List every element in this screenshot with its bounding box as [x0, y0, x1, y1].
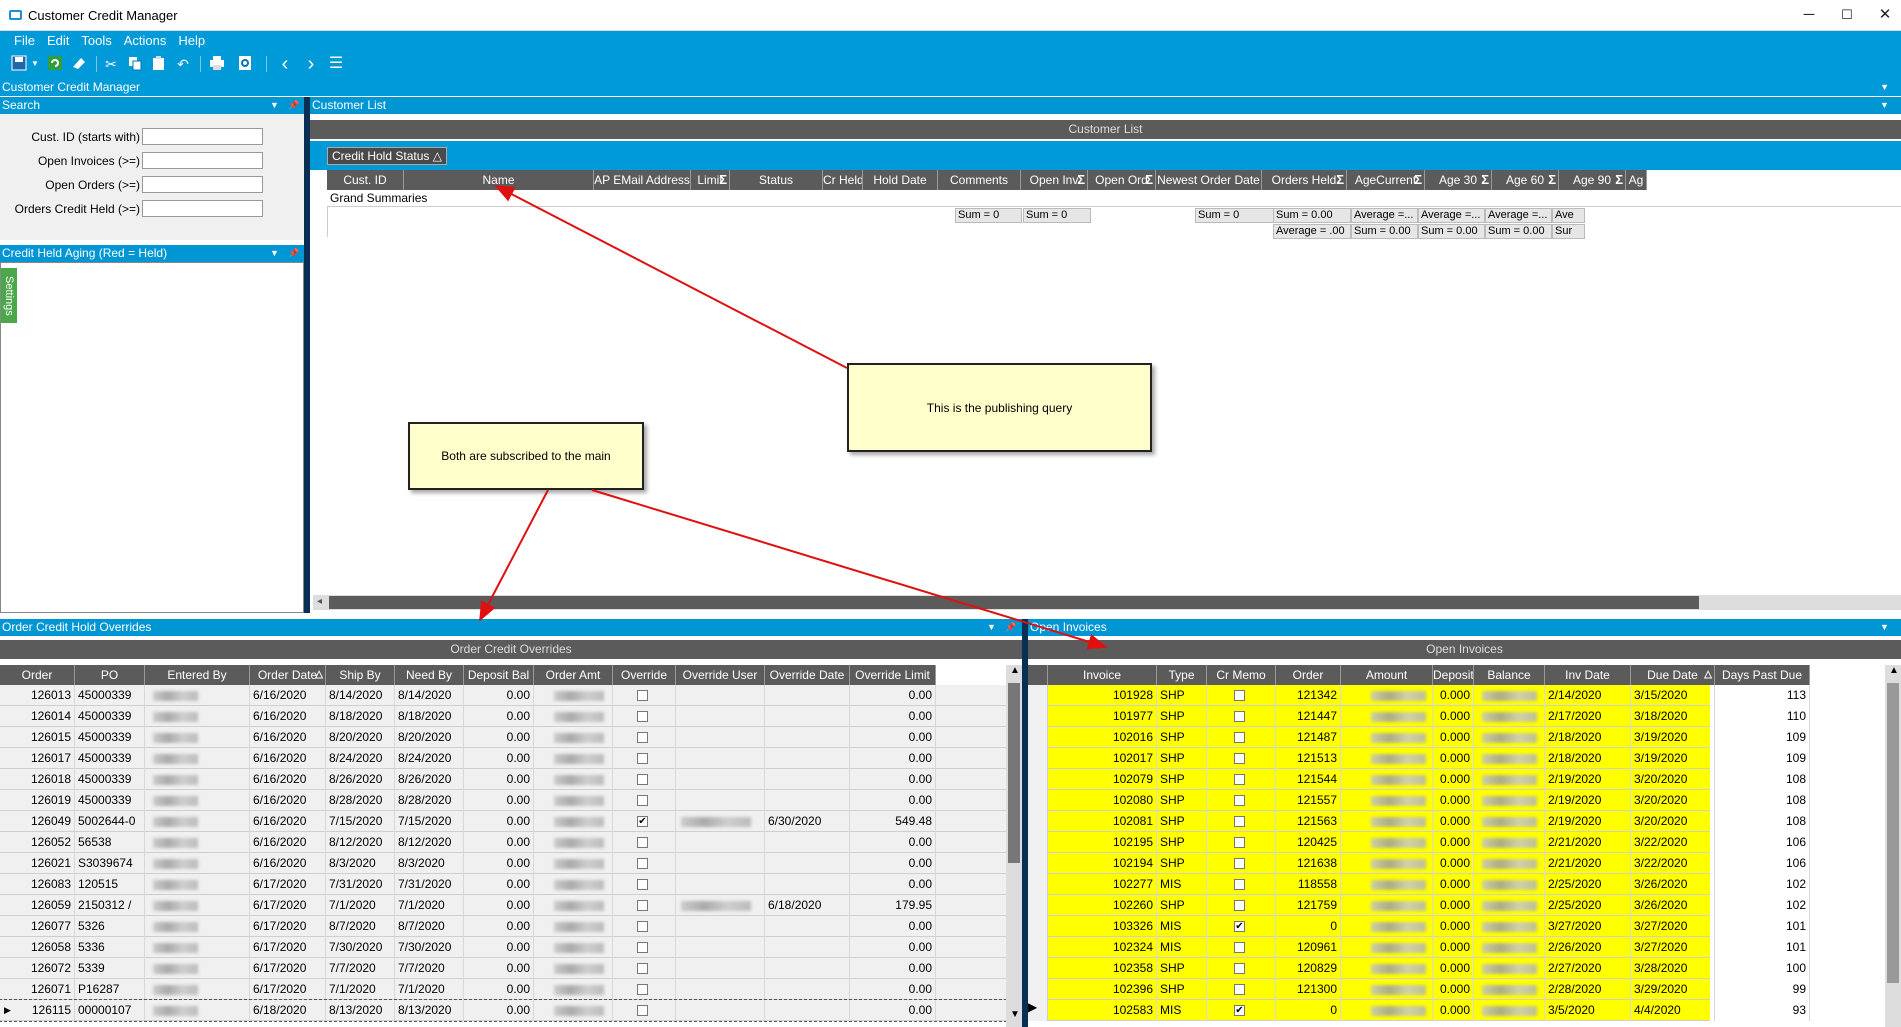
arrow-to-order-overrides — [479, 489, 549, 622]
arrow-to-customer-list — [494, 185, 848, 369]
arrow-to-open-invoices — [591, 489, 1108, 650]
annotation-arrows — [479, 185, 1108, 650]
app-window: Customer Credit Manager ─ ☐ ✕ File Edit To… — [0, 0, 1901, 1027]
